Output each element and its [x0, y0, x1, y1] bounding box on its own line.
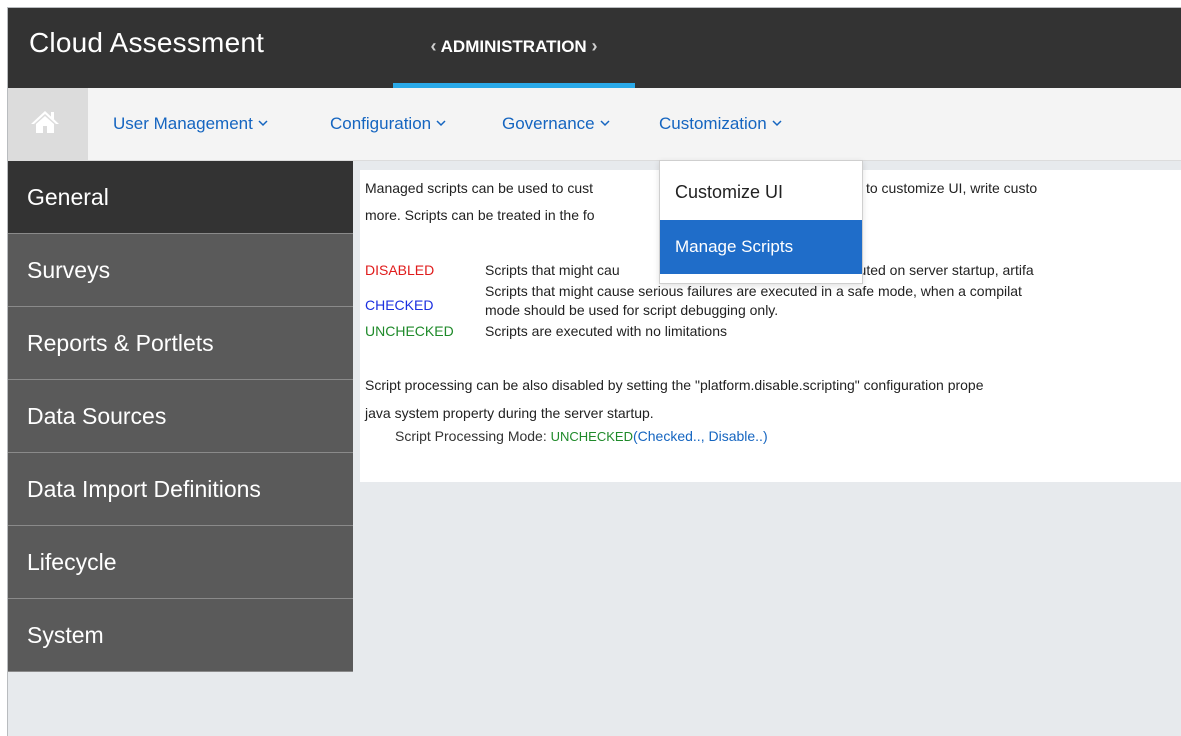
nav-governance[interactable]: Governance — [502, 114, 610, 134]
app-window: Cloud Assessment ‹ ADMINISTRATION › User… — [7, 7, 1181, 736]
mode-unchecked-desc: Scripts are executed with no limitations — [485, 323, 727, 339]
home-button[interactable] — [8, 88, 88, 160]
processing-mode-row: Script Processing Mode: UNCHECKED(Checke… — [395, 428, 768, 444]
nav-user-management[interactable]: User Management — [113, 114, 268, 134]
sidebar-item-surveys[interactable]: Surveys — [8, 234, 353, 307]
mode-checked-label: CHECKED — [365, 297, 434, 313]
note-text-2: java system property during the server s… — [365, 405, 654, 421]
chevron-down-icon — [772, 120, 782, 127]
home-icon — [31, 111, 59, 133]
disable-mode-link[interactable]: Disable.. — [708, 428, 762, 444]
top-bar: Cloud Assessment ‹ ADMINISTRATION › — [8, 8, 1181, 88]
menu-item-customize-ui[interactable]: Customize UI — [660, 165, 862, 219]
mode-disabled-label: DISABLED — [365, 262, 435, 278]
chevron-left-icon[interactable]: ‹ — [431, 36, 437, 56]
mode-unchecked-label: UNCHECKED — [365, 323, 454, 339]
checked-mode-link[interactable]: Checked.. — [638, 428, 701, 444]
sidebar-item-reports-portlets[interactable]: Reports & Portlets — [8, 307, 353, 380]
sidebar-item-data-import-definitions[interactable]: Data Import Definitions — [8, 453, 353, 526]
intro-text-2: more. Scripts can be treated in the fo — [365, 207, 595, 223]
sidebar-item-system[interactable]: System — [8, 599, 353, 672]
mode-checked-desc-2: mode should be used for script debugging… — [485, 302, 779, 318]
nav-configuration[interactable]: Configuration — [330, 114, 446, 134]
sidebar-item-lifecycle[interactable]: Lifecycle — [8, 526, 353, 599]
mode-checked-desc: Scripts that might cause serious failure… — [485, 283, 1022, 299]
sidebar-item-general[interactable]: General — [8, 161, 353, 234]
sidebar: General Surveys Reports & Portlets Data … — [8, 161, 353, 672]
processing-mode-value: UNCHECKED — [550, 429, 633, 444]
app-title: Cloud Assessment — [29, 27, 265, 58]
chevron-down-icon — [600, 120, 610, 127]
nav-customization[interactable]: Customization — [659, 114, 782, 134]
tab-administration[interactable]: ‹ ADMINISTRATION › — [393, 8, 635, 88]
chevron-down-icon — [436, 120, 446, 127]
chevron-right-icon[interactable]: › — [591, 36, 597, 56]
menu-item-manage-scripts[interactable]: Manage Scripts — [660, 220, 862, 274]
chevron-down-icon — [258, 120, 268, 127]
nav-bar: User Management Configuration Governance… — [8, 88, 1181, 161]
processing-mode-label: Script Processing Mode: — [395, 428, 547, 444]
tab-administration-label: ADMINISTRATION — [440, 37, 587, 56]
note-text: Script processing can be also disabled b… — [365, 377, 984, 393]
customization-dropdown: Customize UI Manage Scripts — [659, 160, 863, 284]
sidebar-item-data-sources[interactable]: Data Sources — [8, 380, 353, 453]
